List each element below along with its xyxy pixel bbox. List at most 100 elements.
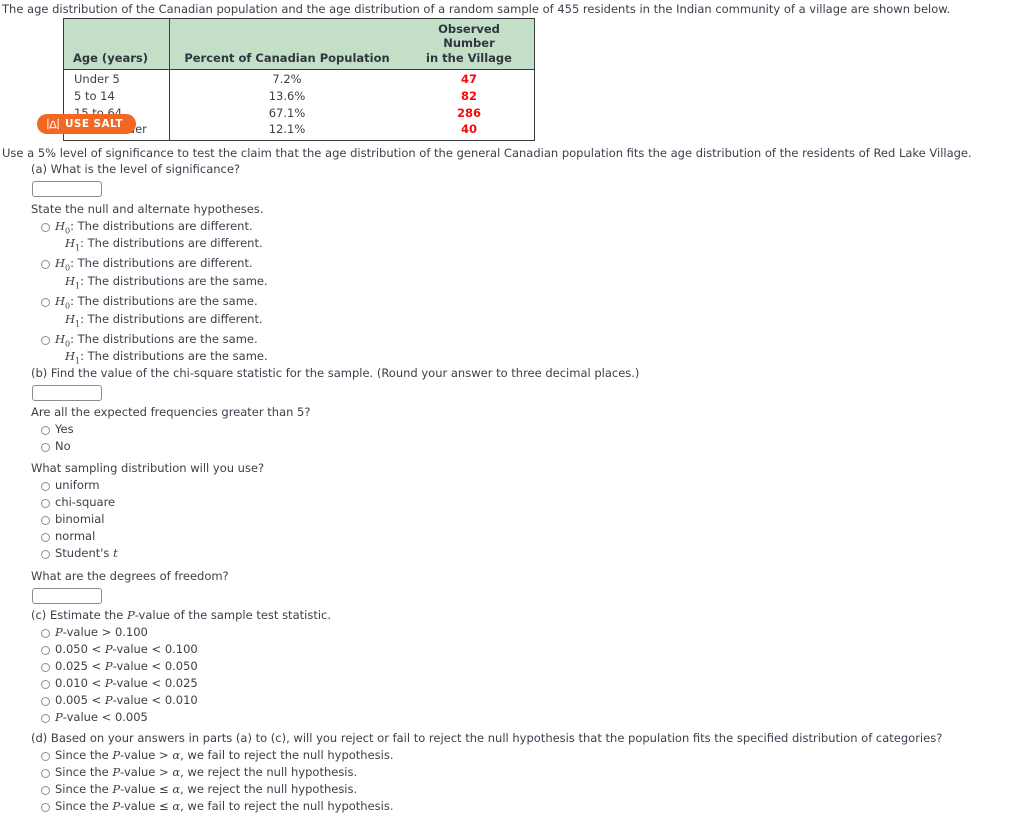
part-a-block: (a) What is the level of significance?: [31, 162, 240, 197]
hypothesis-option-4[interactable]: H0: The distributions are the same. H1: …: [31, 331, 268, 369]
cell-percent: 7.2%: [272, 72, 302, 87]
p-value-option-6[interactable]: P-value < 0.005: [31, 709, 331, 726]
p-value-option-3[interactable]: 0.025 < P-value < 0.050: [31, 658, 331, 675]
p-value-option-4[interactable]: 0.010 < P-value < 0.025: [31, 675, 331, 692]
part-b-question: (b) Find the value of the chi-square sta…: [31, 366, 640, 380]
option-label: binomial: [55, 511, 105, 526]
sampling-option-students-t[interactable]: Student's t: [31, 545, 264, 562]
radio-icon[interactable]: [41, 785, 50, 795]
column-header-observed: Observed Number in the Village: [404, 18, 535, 71]
conclusion-option-4[interactable]: Since the P-value ≤ α, we fail to reject…: [31, 798, 942, 815]
column-header-observed-line1: Observed Number: [438, 22, 500, 51]
conclusion-option-3[interactable]: Since the P-value ≤ α, we reject the nul…: [31, 781, 942, 798]
radio-icon[interactable]: [41, 533, 50, 543]
hypothesis-option-1-h0: : The distributions are different.: [70, 218, 253, 233]
option-label: chi-square: [55, 494, 116, 509]
radio-icon[interactable]: [41, 550, 50, 560]
part-b-block: (b) Find the value of the chi-square sta…: [31, 366, 639, 401]
h0-symbol: H: [55, 218, 66, 233]
h1-symbol: H: [65, 349, 76, 364]
sampling-option-binomial[interactable]: binomial: [31, 511, 264, 528]
expected-frequencies-question: Are all the expected frequencies greater…: [31, 405, 311, 419]
radio-icon[interactable]: [41, 335, 50, 345]
radio-icon[interactable]: [41, 260, 50, 270]
table-row: 5 to 14 13.6% 82: [63, 87, 535, 105]
option-label: Since the P-value > α, we fail to reject…: [55, 747, 394, 762]
option-label: Student's t: [55, 546, 118, 561]
option-label: Since the P-value > α, we reject the nul…: [55, 764, 358, 779]
p-value-option-1[interactable]: P-value > 0.100: [31, 624, 331, 641]
p-value-option-5[interactable]: 0.005 < P-value < 0.010: [31, 692, 331, 709]
option-label: 0.010 < P-value < 0.025: [55, 676, 198, 691]
option-label: Since the P-value ≤ α, we reject the nul…: [55, 781, 358, 796]
radio-icon[interactable]: [41, 662, 50, 672]
expected-frequencies-block: Are all the expected frequencies greater…: [31, 405, 310, 455]
radio-icon[interactable]: [41, 442, 50, 452]
radio-icon[interactable]: [41, 481, 50, 491]
radio-icon[interactable]: [41, 425, 50, 435]
column-header-observed-line2: in the Village: [426, 50, 512, 65]
radio-icon[interactable]: [41, 498, 50, 508]
sampling-option-normal[interactable]: normal: [31, 528, 264, 545]
part-d-options: Since the P-value > α, we fail to reject…: [31, 747, 942, 816]
hypothesis-option-2-h0: : The distributions are different.: [70, 256, 253, 271]
option-label: Since the P-value ≤ α, we fail to reject…: [55, 799, 394, 814]
hypothesis-option-1[interactable]: H0: The distributions are different. H1:…: [31, 218, 268, 256]
cell-age: 5 to 14: [63, 87, 170, 105]
use-salt-button[interactable]: USE SALT: [37, 114, 136, 134]
option-label: normal: [55, 529, 96, 544]
radio-icon[interactable]: [41, 297, 50, 307]
hypotheses-options: H0: The distributions are different. H1:…: [31, 218, 268, 369]
use-salt-label: USE SALT: [65, 118, 123, 130]
radio-icon[interactable]: [41, 803, 50, 813]
expected-frequencies-option-no[interactable]: No: [31, 438, 310, 455]
hypothesis-option-3-h0: : The distributions are the same.: [70, 293, 258, 308]
h1-symbol: H: [65, 236, 76, 251]
radio-icon[interactable]: [41, 222, 50, 232]
radio-icon[interactable]: [41, 697, 50, 707]
cell-percent: 13.6%: [268, 88, 306, 103]
part-d-question: (d) Based on your answers in parts (a) t…: [31, 731, 943, 745]
part-c-options: P-value > 0.100 0.050 < P-value < 0.100 …: [31, 624, 331, 727]
cell-percent: 67.1%: [268, 105, 306, 120]
p-value-option-2[interactable]: 0.050 < P-value < 0.100: [31, 641, 331, 658]
hypothesis-option-2-h1: : The distributions are the same.: [80, 274, 268, 289]
part-d-block: (d) Based on your answers in parts (a) t…: [31, 731, 942, 815]
option-label: uniform: [55, 477, 100, 492]
hypotheses-prompt: State the null and alternate hypotheses.: [31, 202, 264, 216]
table-header-row: Age (years) Percent of Canadian Populati…: [63, 18, 535, 71]
hypothesis-option-2[interactable]: H0: The distributions are different. H1:…: [31, 255, 268, 293]
sampling-option-uniform[interactable]: uniform: [31, 477, 264, 494]
intro-text: The age distribution of the Canadian pop…: [2, 2, 951, 16]
hypothesis-option-3[interactable]: H0: The distributions are the same. H1: …: [31, 293, 268, 331]
radio-icon[interactable]: [41, 751, 50, 761]
conclusion-option-1[interactable]: Since the P-value > α, we fail to reject…: [31, 747, 942, 764]
radio-icon[interactable]: [41, 515, 50, 525]
h0-symbol: H: [55, 256, 66, 271]
part-c-question: (c) Estimate the P-value of the sample t…: [31, 608, 331, 622]
hypothesis-option-1-h1: : The distributions are different.: [80, 236, 263, 251]
sampling-option-chi-square[interactable]: chi-square: [31, 494, 264, 511]
radio-icon[interactable]: [41, 628, 50, 638]
column-header-age: Age (years): [63, 18, 170, 71]
option-label: P-value > 0.100: [55, 624, 148, 639]
level-of-significance-input[interactable]: [32, 180, 102, 197]
option-label: No: [55, 438, 71, 453]
radio-icon[interactable]: [41, 714, 50, 724]
cell-observed: 82: [460, 88, 477, 103]
table-body: Under 5 7.2% 47 5 to 14 13.6% 82 15 to 6…: [63, 69, 535, 141]
radio-icon[interactable]: [41, 680, 50, 690]
expected-frequencies-option-yes[interactable]: Yes: [31, 421, 310, 438]
degrees-of-freedom-input[interactable]: [32, 587, 102, 604]
radio-icon[interactable]: [41, 768, 50, 778]
conclusion-option-2[interactable]: Since the P-value > α, we reject the nul…: [31, 764, 942, 781]
distribution-curve-icon: [47, 118, 59, 130]
cell-observed: 47: [460, 72, 477, 87]
radio-icon[interactable]: [41, 645, 50, 655]
lead-text: Use a 5% level of significance to test t…: [2, 146, 972, 160]
degrees-of-freedom-block: What are the degrees of freedom?: [31, 569, 229, 604]
table-row: Under 5 7.2% 47: [63, 69, 535, 88]
hypothesis-option-4-h0: : The distributions are the same.: [70, 331, 258, 346]
problem-page: The age distribution of the Canadian pop…: [0, 0, 1024, 819]
chi-square-statistic-input[interactable]: [32, 384, 102, 401]
